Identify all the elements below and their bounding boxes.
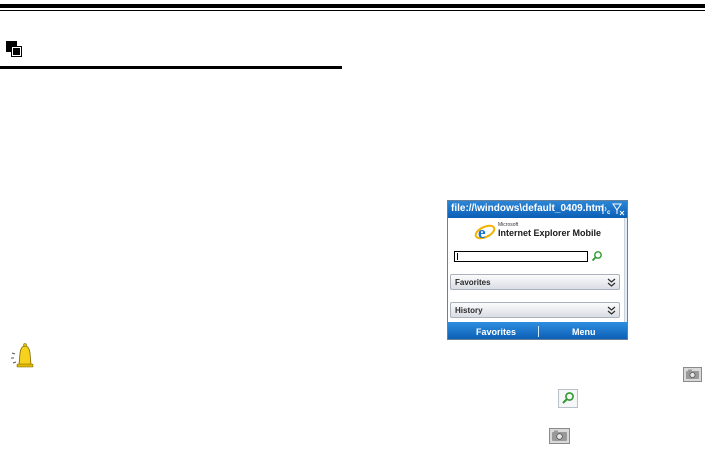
- svg-text:c: c: [607, 210, 611, 216]
- search-icon: [591, 251, 602, 262]
- scrollbar[interactable]: [624, 218, 627, 322]
- search-icon: [558, 389, 578, 408]
- pocket-ie-screenshot: file://\windows\default_0409.htm c e Mic…: [447, 200, 628, 340]
- header-rule-thick: [0, 4, 705, 8]
- softkey-separator: [538, 326, 539, 337]
- history-panel-label: History: [455, 306, 483, 315]
- camera-icon: [683, 367, 702, 382]
- ie-mobile-logo: e Microsoft Internet Explorer Mobile: [474, 221, 604, 243]
- ie-logo-icon: e: [474, 223, 496, 242]
- section-heading-rule: [0, 66, 342, 69]
- favorites-panel[interactable]: Favorites: [450, 274, 620, 290]
- chevron-down-icon: [607, 278, 616, 287]
- section-heading-icon: [6, 41, 23, 58]
- signal-status-icon: c: [600, 202, 626, 216]
- history-panel[interactable]: History: [450, 302, 620, 318]
- address-title: file://\windows\default_0409.htm: [451, 203, 604, 214]
- bell-icon: [10, 341, 36, 369]
- chevron-down-icon: [607, 306, 616, 315]
- svg-text:e: e: [478, 223, 486, 242]
- favorites-panel-label: Favorites: [455, 278, 491, 287]
- softkey-favorites[interactable]: Favorites: [476, 327, 516, 337]
- logo-product-text: Internet Explorer Mobile: [498, 228, 602, 238]
- text-caret: [457, 253, 458, 260]
- camera-icon: [549, 428, 570, 444]
- device-title-bar: file://\windows\default_0409.htm c: [448, 201, 627, 218]
- softkey-bar: Favorites Menu: [448, 322, 627, 339]
- address-input[interactable]: [454, 251, 588, 262]
- softkey-menu[interactable]: Menu: [572, 327, 596, 337]
- go-search-button[interactable]: [590, 250, 604, 263]
- header-rule-thin: [0, 10, 705, 11]
